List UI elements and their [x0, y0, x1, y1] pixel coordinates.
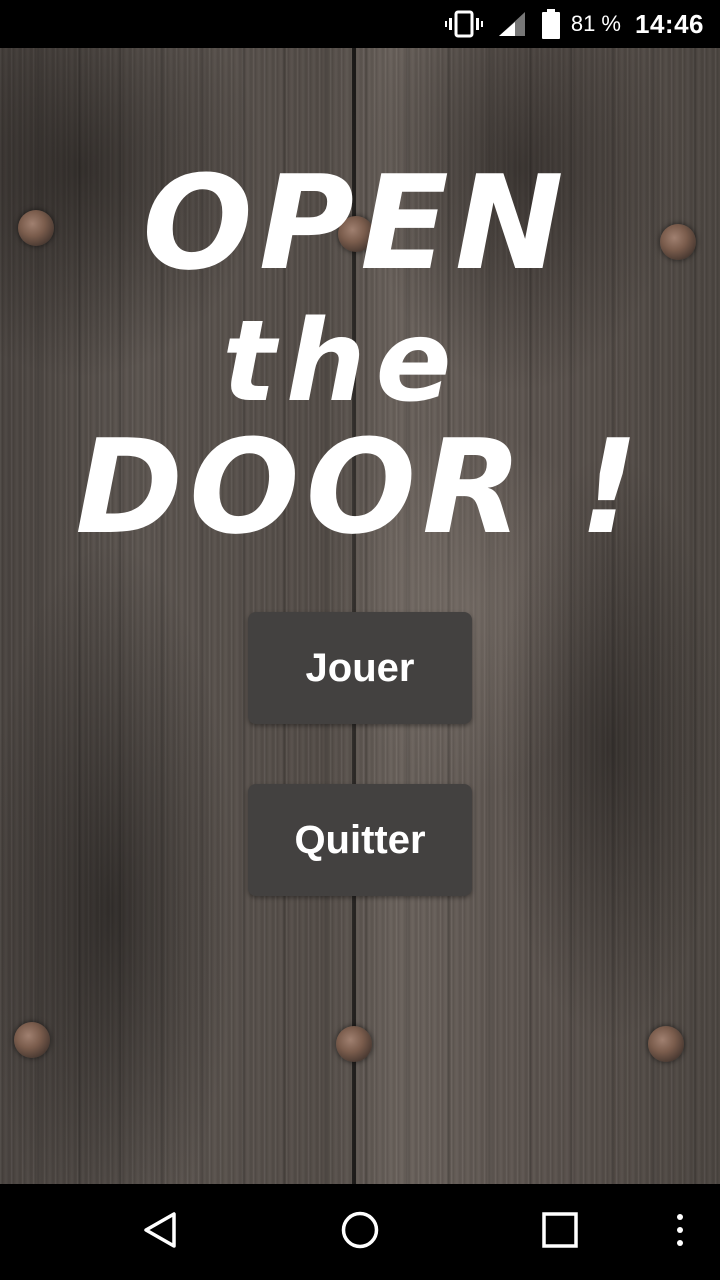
battery-percentage: 81 %: [570, 11, 621, 36]
nail-icon: [14, 1022, 50, 1058]
home-icon: [340, 1210, 380, 1254]
overflow-menu-icon: [675, 1213, 685, 1251]
game-title: OPEN the DOOR !: [0, 90, 720, 610]
back-icon: [140, 1210, 180, 1254]
battery-icon: [541, 9, 561, 39]
signal-icon: [497, 10, 527, 38]
title-line-door: DOOR !: [75, 411, 645, 563]
overflow-menu-button[interactable]: [660, 1184, 700, 1280]
title-line-the: the: [222, 297, 462, 427]
status-icons: 81 % 14:46: [444, 0, 704, 48]
recents-button[interactable]: [520, 1184, 600, 1280]
vibrate-icon: [444, 10, 483, 38]
status-bar: 81 % 14:46: [0, 0, 720, 48]
title-line-open: OPEN: [142, 147, 570, 299]
quit-button[interactable]: Quitter: [248, 784, 472, 896]
navigation-bar: [0, 1184, 720, 1280]
clock: 14:46: [635, 8, 704, 39]
nail-icon: [336, 1026, 372, 1062]
home-button[interactable]: [320, 1184, 400, 1280]
back-button[interactable]: [120, 1184, 200, 1280]
nail-icon: [648, 1026, 684, 1062]
play-button[interactable]: Jouer: [248, 612, 472, 724]
recents-icon: [540, 1210, 580, 1254]
